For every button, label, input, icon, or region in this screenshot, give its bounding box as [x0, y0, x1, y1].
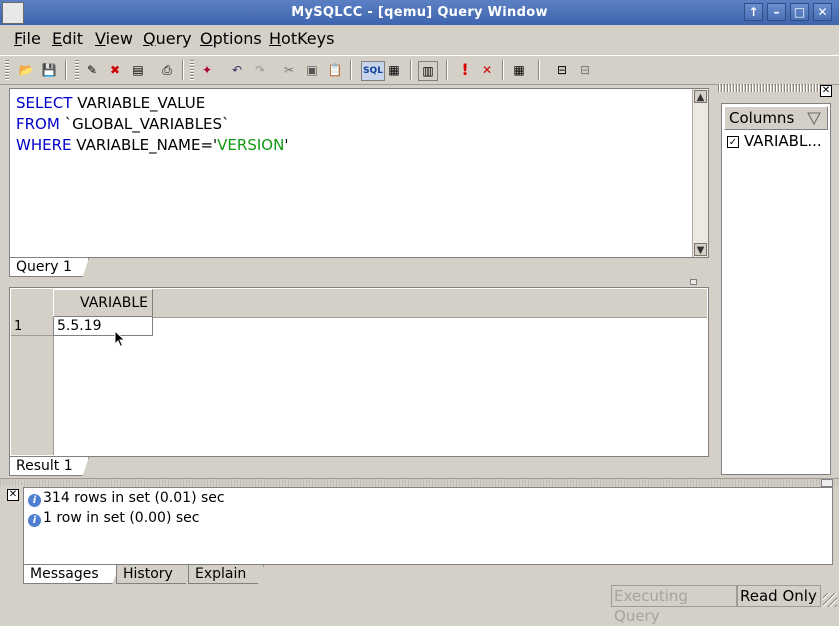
row-number[interactable]: 1: [11, 317, 53, 336]
menu-bar: File Edit View Query Options HotKeys: [0, 25, 839, 53]
grid-row-header: [11, 317, 54, 455]
menu-query[interactable]: Query: [143, 29, 192, 48]
status-executing-query: Executing Query: [611, 585, 737, 625]
grid-corner[interactable]: [11, 289, 54, 318]
menu-view[interactable]: View: [95, 29, 133, 48]
tab-explain[interactable]: Explain: [188, 565, 264, 584]
window-title: MySQLCC - [qemu] Query Window: [291, 5, 548, 20]
splitter-handle[interactable]: [690, 279, 697, 285]
result-cell[interactable]: 5.5.19: [53, 317, 153, 336]
messages-dock-grip[interactable]: [0, 478, 839, 486]
sql-line-3: WHERE VARIABLE_NAME='VERSION': [16, 136, 289, 154]
execute-icon[interactable]: !: [456, 61, 474, 79]
column-header-variable[interactable]: VARIABLE: [53, 289, 153, 317]
window-up-button[interactable]: ↑: [744, 3, 763, 21]
tree-icon[interactable]: ⊟: [553, 61, 571, 79]
undo-icon[interactable]: ↶: [228, 61, 246, 79]
new-query-icon[interactable]: ✎: [83, 61, 101, 79]
menu-file[interactable]: File: [14, 29, 41, 48]
messages-panel: i 314 rows in set (0.01) sec i1 row in se…: [23, 487, 833, 565]
window-minimize-button[interactable]: –: [767, 3, 786, 21]
result-grid[interactable]: VARIABLE 1 5.5.19: [9, 287, 709, 457]
cut-icon[interactable]: ✂: [280, 61, 298, 79]
messages-close-icon[interactable]: ✕: [7, 489, 19, 501]
tab-query-1[interactable]: Query 1: [9, 258, 89, 277]
toolbar-grip[interactable]: [190, 60, 194, 80]
toolbar: 📂 💾 ✎ ✖ ▤ ⎙ ✦ ↶ ↷ ✂ ▣ 📋 SQL ▦ ▥ ! ✕ ▦ ⊟ …: [0, 55, 839, 85]
stop-icon[interactable]: ✕: [478, 61, 496, 79]
message-item: i 314 rows in set (0.01) sec: [28, 490, 225, 507]
tab-messages[interactable]: Messages: [23, 565, 120, 584]
tab-history[interactable]: History: [116, 565, 192, 584]
toolbar-separator: [410, 60, 412, 80]
paste-icon[interactable]: 📋: [326, 61, 344, 79]
query-editor[interactable]: SELECT VARIABLE_VALUE FROM `GLOBAL_VARIA…: [9, 88, 709, 258]
toolbar-separator: [350, 60, 352, 80]
delete-icon[interactable]: ✖: [106, 61, 124, 79]
title-bar[interactable]: MySQLCC - [qemu] Query Window ↑ – □ ✕: [0, 0, 839, 25]
scroll-down-icon[interactable]: ▼: [694, 243, 707, 256]
wand-icon[interactable]: ✦: [198, 61, 216, 79]
info-icon: i: [28, 494, 41, 507]
menu-edit[interactable]: Edit: [52, 29, 83, 48]
copy-icon[interactable]: ▣: [303, 61, 321, 79]
scroll-up-icon[interactable]: ▲: [694, 90, 707, 103]
tree-expand-icon[interactable]: ⊟: [576, 61, 594, 79]
menu-hotkeys[interactable]: HotKeys: [269, 29, 334, 48]
window-close-button[interactable]: ✕: [813, 3, 832, 21]
column-checkbox[interactable]: ✓: [727, 136, 739, 148]
toolbar-separator: [502, 60, 504, 80]
toolbar-separator: [182, 60, 184, 80]
toolbar-grip[interactable]: [5, 60, 9, 80]
column-item-label[interactable]: VARIABL...: [744, 132, 822, 150]
info-icon: i: [28, 514, 41, 527]
grid-mode-icon[interactable]: ▦: [385, 61, 403, 79]
open-icon[interactable]: 📂: [17, 61, 35, 79]
sort-triangle-icon: [807, 112, 821, 125]
columns-close-icon[interactable]: ✕: [820, 85, 832, 97]
sql-text[interactable]: SELECT VARIABLE_VALUE FROM `GLOBAL_VARIA…: [16, 93, 288, 156]
columns-dock-grip[interactable]: [718, 84, 820, 92]
table-icon[interactable]: ▦: [510, 61, 528, 79]
columns-header[interactable]: Columns: [724, 106, 828, 130]
sql-line-1: SELECT VARIABLE_VALUE: [16, 94, 206, 112]
print-icon[interactable]: ⎙: [158, 61, 176, 79]
sql-line-2: FROM `GLOBAL_VARIABLES`: [16, 115, 230, 133]
status-read-only: Read Only: [737, 585, 821, 607]
toolbar-separator: [538, 60, 540, 80]
toolbar-grip[interactable]: [75, 60, 79, 80]
redo-icon[interactable]: ↷: [251, 61, 269, 79]
columns-panel: Columns ✓ VARIABL...: [721, 103, 831, 475]
resize-grip-icon[interactable]: [823, 593, 837, 607]
window-maximize-button[interactable]: □: [790, 3, 809, 21]
mouse-cursor-icon: [114, 330, 126, 348]
tab-result-1[interactable]: Result 1: [9, 457, 89, 476]
toolbar-separator: [446, 60, 448, 80]
sql-mode-icon[interactable]: SQL: [361, 61, 385, 81]
save-icon[interactable]: 💾: [40, 61, 58, 79]
dock-float-button[interactable]: [821, 479, 833, 487]
editor-scrollbar[interactable]: ▲ ▼: [692, 89, 708, 257]
panel-toggle-icon[interactable]: ▥: [418, 61, 438, 81]
copy-table-icon[interactable]: ▤: [129, 61, 147, 79]
message-item: i1 row in set (0.00) sec: [28, 510, 199, 527]
menu-options[interactable]: Options: [200, 29, 262, 48]
toolbar-separator: [65, 60, 67, 80]
